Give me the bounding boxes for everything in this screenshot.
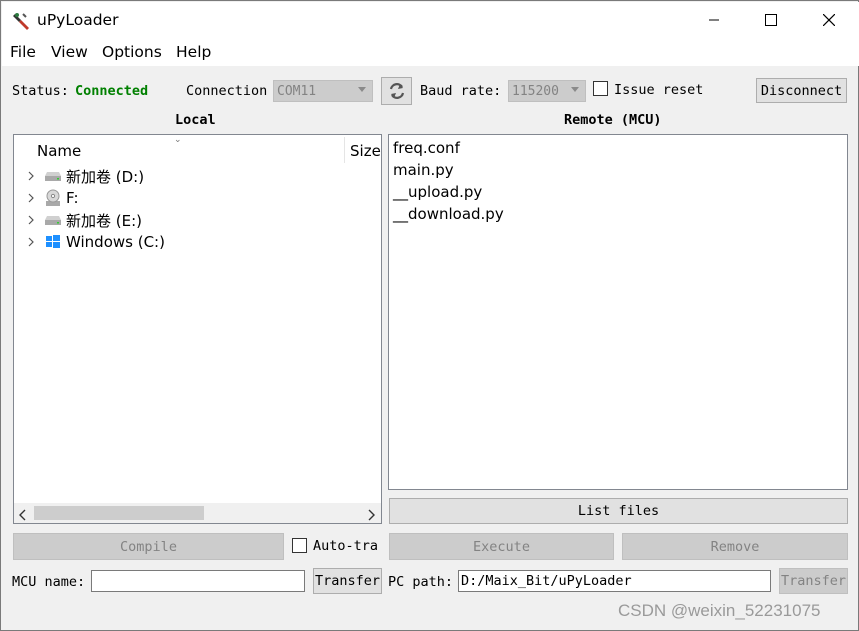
tree-item-drive-d[interactable]: 新加卷 (D:) bbox=[22, 165, 144, 187]
tree-item-label: 新加卷 (D:) bbox=[66, 167, 145, 186]
menu-view[interactable]: View bbox=[51, 43, 88, 61]
remote-header: Remote (MCU) bbox=[564, 112, 662, 128]
windows-drive-icon bbox=[40, 234, 66, 250]
refresh-ports-button[interactable] bbox=[381, 77, 412, 105]
remote-file-item[interactable]: __download.py bbox=[393, 203, 504, 225]
disconnect-button[interactable]: Disconnect bbox=[756, 78, 847, 103]
column-header-size[interactable]: Size bbox=[350, 142, 381, 160]
watermark-text: CSDN @weixin_52231075 bbox=[618, 601, 821, 620]
tree-item-drive-c[interactable]: Windows (C:) bbox=[22, 231, 165, 253]
column-divider bbox=[344, 137, 345, 163]
remote-file-item[interactable]: main.py bbox=[393, 159, 454, 181]
status-label: Status: bbox=[12, 83, 69, 99]
window-title: uPyLoader bbox=[37, 11, 119, 29]
transfer-to-pc-button[interactable]: Transfer bbox=[779, 568, 848, 594]
connection-label: Connection bbox=[186, 83, 268, 99]
scroll-right-icon[interactable] bbox=[366, 507, 376, 525]
compile-button[interactable]: Compile bbox=[13, 533, 284, 560]
app-logo-icon bbox=[12, 11, 32, 31]
chevron-right-icon[interactable] bbox=[22, 237, 40, 247]
remote-file-item[interactable]: freq.conf bbox=[393, 137, 460, 159]
close-icon bbox=[823, 14, 835, 26]
chevron-right-icon[interactable] bbox=[22, 193, 40, 203]
remote-file-item[interactable]: __upload.py bbox=[393, 181, 482, 203]
refresh-icon bbox=[389, 83, 404, 99]
pc-path-value: D:/Maix_Bit/uPyLoader bbox=[461, 573, 632, 589]
port-select-value: COM11 bbox=[277, 83, 317, 99]
local-file-tree[interactable]: ⌄ Name Size 新加卷 (D:) F: 新加卷 (E:) Windows… bbox=[13, 134, 382, 524]
minimize-icon bbox=[709, 19, 719, 21]
scroll-left-icon[interactable] bbox=[18, 507, 28, 525]
menu-help[interactable]: Help bbox=[176, 43, 211, 61]
baud-label: Baud rate: bbox=[420, 83, 502, 99]
remote-file-list[interactable]: freq.conf main.py __upload.py __download… bbox=[388, 134, 848, 490]
chevron-right-icon[interactable] bbox=[22, 215, 40, 225]
horizontal-scrollbar[interactable] bbox=[14, 503, 381, 523]
issue-reset-label: Issue reset bbox=[614, 82, 704, 98]
column-header-name[interactable]: Name bbox=[37, 142, 81, 160]
baud-select[interactable]: 115200 bbox=[508, 80, 586, 102]
remove-button[interactable]: Remove bbox=[622, 533, 848, 560]
app-window: uPyLoader File View Options Help Status:… bbox=[0, 0, 859, 631]
auto-transfer-label: Auto-tra bbox=[313, 538, 379, 554]
chevron-down-icon bbox=[358, 87, 366, 92]
local-header: Local bbox=[175, 112, 216, 128]
drive-icon bbox=[40, 169, 66, 183]
tree-item-drive-f[interactable]: F: bbox=[22, 187, 79, 209]
tree-item-label: Windows (C:) bbox=[66, 233, 165, 251]
menu-file[interactable]: File bbox=[10, 43, 36, 61]
auto-transfer-checkbox[interactable] bbox=[292, 538, 307, 553]
tree-item-label: F: bbox=[66, 189, 79, 207]
mcu-name-input[interactable] bbox=[91, 570, 305, 592]
transfer-to-mcu-button[interactable]: Transfer bbox=[313, 568, 382, 594]
chevron-right-icon[interactable] bbox=[22, 171, 40, 181]
tree-item-label: 新加卷 (E:) bbox=[66, 211, 143, 230]
status-value: Connected bbox=[75, 83, 149, 99]
menu-options[interactable]: Options bbox=[102, 43, 162, 61]
maximize-icon bbox=[765, 14, 777, 26]
drive-icon bbox=[40, 213, 66, 227]
list-files-button[interactable]: List files bbox=[389, 498, 848, 524]
auto-transfer-label-clip: Auto-tra bbox=[313, 538, 383, 556]
sort-indicator-icon: ⌄ bbox=[174, 135, 182, 145]
cd-drive-icon bbox=[40, 189, 66, 207]
close-button[interactable] bbox=[800, 2, 858, 38]
menu-bar: File View Options Help bbox=[2, 38, 859, 66]
pc-path-label: PC path: bbox=[388, 574, 454, 590]
execute-button[interactable]: Execute bbox=[389, 533, 614, 560]
port-select[interactable]: COM11 bbox=[273, 80, 373, 102]
mcu-name-label: MCU name: bbox=[12, 574, 86, 590]
pc-path-input[interactable]: D:/Maix_Bit/uPyLoader bbox=[458, 570, 771, 592]
scrollbar-thumb[interactable] bbox=[34, 506, 204, 520]
baud-select-value: 115200 bbox=[512, 83, 559, 99]
title-bar: uPyLoader bbox=[2, 2, 859, 38]
chevron-down-icon bbox=[571, 87, 579, 92]
issue-reset-checkbox[interactable] bbox=[593, 81, 608, 96]
maximize-button[interactable] bbox=[742, 2, 800, 38]
tree-item-drive-e[interactable]: 新加卷 (E:) bbox=[22, 209, 142, 231]
minimize-button[interactable] bbox=[685, 2, 743, 38]
